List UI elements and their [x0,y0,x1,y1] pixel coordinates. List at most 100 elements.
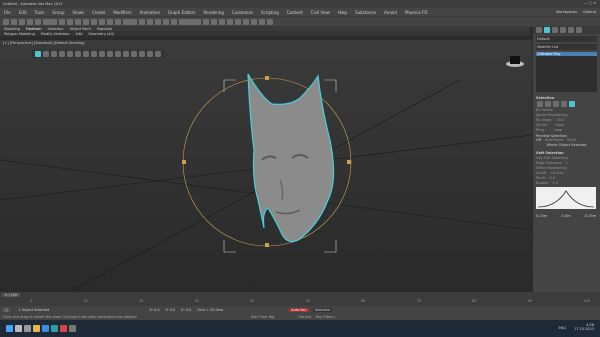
viewport-scene[interactable] [0,40,532,292]
tab-populate[interactable]: Populate [97,27,112,31]
selection-filter[interactable] [43,19,57,25]
vertex-mode-icon[interactable] [537,101,543,107]
auto-key-button[interactable]: Auto Key [289,307,309,312]
ignore-backfacing-checkbox[interactable]: Ignore Backfacing [536,113,597,117]
tab-object-paint[interactable]: Object Paint [70,27,91,31]
window-controls[interactable]: — ▢ ✕ [584,1,596,5]
by-vertex-checkbox[interactable]: By Vertex [536,108,597,112]
windows-start-icon[interactable] [6,325,13,332]
key-filters-button[interactable]: Key Filters... [316,315,337,319]
layer-explorer-icon[interactable] [219,19,225,25]
edge-mode-icon[interactable] [545,101,551,107]
app-icon[interactable] [60,325,67,332]
ring-button[interactable]: Ring [536,128,544,132]
z-coord[interactable]: Z: 0.0 [181,308,191,312]
falloff-field[interactable]: 20.0cm [551,171,564,175]
schematic-view-icon[interactable] [235,19,241,25]
by-angle-checkbox[interactable]: By Angle: [536,118,553,122]
move-icon[interactable] [91,19,97,25]
select-by-name-icon[interactable] [67,19,73,25]
timeline[interactable]: 0 / 100 0 10 20 30 40 50 60 70 80 90 100 [0,292,600,306]
menu-group[interactable]: Group [52,10,64,15]
tab-modeling[interactable]: Modeling [4,27,20,31]
placement-icon[interactable] [115,19,121,25]
affect-backfacing-checkbox[interactable]: Affect Backfacing [536,166,597,170]
edge-distance-field[interactable]: 1 [565,161,567,165]
set-key-button[interactable]: Set Key [298,315,311,319]
menu-arnold[interactable]: Arnold [384,10,397,15]
stack-item-editable-poly[interactable]: Editable Poly [536,52,597,56]
snaps-toggle-icon[interactable] [147,19,153,25]
pivot-icon[interactable] [139,19,145,25]
menu-create[interactable]: Create [92,10,105,15]
reference-coord-dropdown[interactable] [123,19,137,25]
menu-edit[interactable]: Edit [19,10,27,15]
menu-file[interactable]: File [4,10,11,15]
y-coord[interactable]: Y: 0.0 [166,308,176,312]
browser-icon[interactable] [42,325,49,332]
add-time-tag[interactable]: Add Time Tag [251,315,275,319]
search-icon[interactable] [15,325,22,332]
unlink-icon[interactable] [27,19,33,25]
undo-icon[interactable] [3,19,9,25]
x-coord[interactable]: X: 0.0 [149,308,159,312]
modifier-list-dropdown[interactable]: Modifier List [536,44,597,50]
menu-animation[interactable]: Animation [140,10,160,15]
scale-icon[interactable] [107,19,113,25]
maxscript-listener[interactable]: ▢ [3,307,11,312]
angle-value-field[interactable]: 45.0 [557,118,565,122]
3dsmax-icon[interactable] [51,325,58,332]
link-icon[interactable] [19,19,25,25]
use-soft-selection-checkbox[interactable]: Use Soft Selection [536,156,597,160]
ribbon-edit[interactable]: Edit [76,32,83,36]
object-name-field[interactable]: Default [536,36,597,42]
preview-subobject-radio[interactable]: SubObject [545,138,563,142]
render-frame-icon[interactable] [259,19,265,25]
angle-snap-icon[interactable] [155,19,161,25]
language-indicator[interactable]: ENG [558,326,566,330]
app-icon[interactable] [69,325,76,332]
ribbon-polygon-modeling[interactable]: Polygon Modeling [4,32,35,36]
grow-button[interactable]: Grow [555,123,564,127]
motion-tab-icon[interactable] [560,27,566,33]
selected-dropdown[interactable]: Selected [312,307,332,312]
utilities-tab-icon[interactable] [576,27,582,33]
element-mode-icon[interactable] [569,101,575,107]
rotate-icon[interactable] [99,19,105,25]
clock[interactable]: 4:06 17.10.2023 [574,323,594,331]
named-selection-sets[interactable] [179,19,201,25]
preview-multi-radio[interactable]: Multi [567,138,576,142]
tab-freeform[interactable]: Freeform [26,27,42,31]
tab-selection[interactable]: Selection [48,27,64,31]
material-editor-icon[interactable] [243,19,249,25]
rect-selection-icon[interactable] [75,19,81,25]
border-mode-icon[interactable] [553,101,559,107]
menu-graph-editors[interactable]: Graph Editors [168,10,195,15]
menu-modifiers[interactable]: Modifiers [113,10,131,15]
render-setup-icon[interactable] [251,19,257,25]
loop-button[interactable]: Loop [554,128,562,132]
polygon-mode-icon[interactable] [561,101,567,107]
percent-snap-icon[interactable] [163,19,169,25]
hierarchy-tab-icon[interactable] [552,27,558,33]
bind-space-warp-icon[interactable] [35,19,41,25]
menu-scripting[interactable]: Scripting [261,10,279,15]
selection-rollout-title[interactable]: Selection [536,96,597,100]
menu-content[interactable]: Content [287,10,303,15]
shrink-button[interactable]: Shrink [536,123,547,127]
ribbon-geometry[interactable]: Geometry (All) [88,32,114,36]
file-explorer-icon[interactable] [33,325,40,332]
menu-customize[interactable]: Customize [232,10,253,15]
menu-rendering[interactable]: Rendering [204,10,224,15]
align-icon[interactable] [211,19,217,25]
edge-distance-checkbox[interactable]: Edge Distance: [536,161,562,165]
pinch-field[interactable]: 0.0 [550,176,556,180]
menu-phoenix[interactable]: Phoenix FD [405,10,428,15]
render-icon[interactable] [267,19,273,25]
menu-views[interactable]: Views [73,10,85,15]
mirror-icon[interactable] [203,19,209,25]
menu-tools[interactable]: Tools [34,10,44,15]
modify-tab-icon[interactable] [544,27,550,33]
redo-icon[interactable] [11,19,17,25]
ribbon-modify-selection[interactable]: Modify Selection [41,32,70,36]
